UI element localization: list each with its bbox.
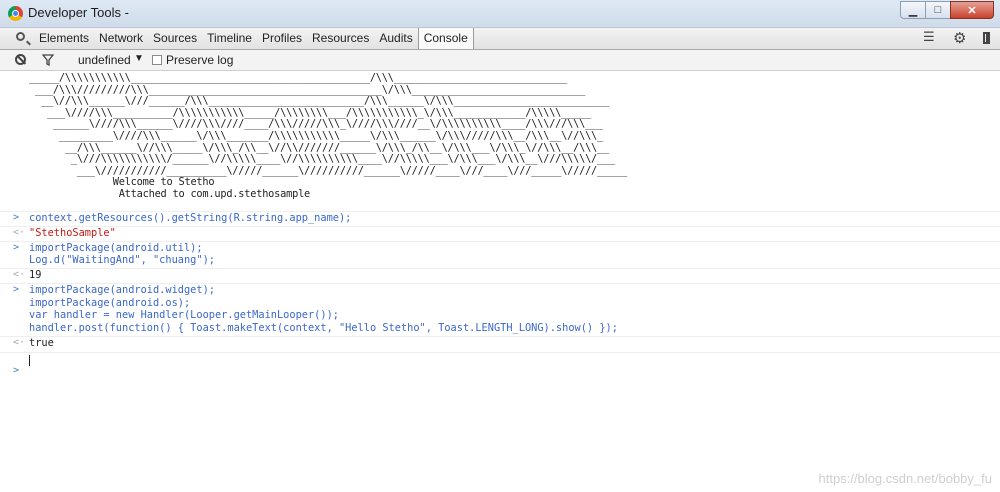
console-result-value: true <box>29 336 54 349</box>
maximize-button[interactable]: □ <box>925 1 951 19</box>
console-code-line: handler.post(function() { Toast.makeText… <box>29 321 618 334</box>
window-titlebar: Developer Tools - ▁ □ ✕ <box>0 0 1000 28</box>
prompt-chevron-icon: > <box>13 241 20 253</box>
close-icon: ✕ <box>967 4 977 17</box>
window-controls: ▁ □ ✕ <box>900 1 994 19</box>
console-input-entry: > context.getResources().getString(R.stri… <box>0 211 1000 225</box>
console-output[interactable]: _____/\\\\\\\\\\\_______________________… <box>0 71 1000 492</box>
gear-icon[interactable]: ⚙ <box>953 30 969 46</box>
console-code-line: var handler = new Handler(Looper.getMain… <box>29 309 339 322</box>
tab-audits[interactable]: Audits <box>374 28 417 49</box>
context-select[interactable]: undefined <box>78 53 131 67</box>
close-button[interactable]: ✕ <box>950 1 994 19</box>
tab-sources[interactable]: Sources <box>148 28 202 49</box>
console-code-line: importPackage(android.os); <box>29 296 191 309</box>
text-cursor <box>29 354 30 366</box>
tab-network[interactable]: Network <box>94 28 148 49</box>
console-result-value: "StethoSample" <box>29 226 116 239</box>
console-code-line: importPackage(android.widget); <box>29 284 215 297</box>
tab-profiles[interactable]: Profiles <box>257 28 307 49</box>
maximize-icon: □ <box>934 4 942 16</box>
chevron-down-icon[interactable]: ▼ <box>134 53 144 64</box>
prompt-chevron-icon: > <box>13 212 20 223</box>
console-prompt-row[interactable]: > <box>0 351 1000 376</box>
show-drawer-icon[interactable]: ☰ <box>923 30 939 46</box>
console-code-line: context.getResources().getString(R.strin… <box>29 212 352 224</box>
stetho-banner: _____/\\\\\\\\\\\_______________________… <box>29 72 627 200</box>
devtools-toolbar: Elements Network Sources Timeline Profiles Re… <box>0 28 1000 50</box>
tab-resources[interactable]: Resources <box>307 28 374 49</box>
console-toolbar: undefined ▼ Preserve log <box>0 50 1000 71</box>
console-input-entry: > importPackage(android.widget); importPac… <box>0 283 1000 334</box>
watermark: https://blog.csdn.net/bobby_fu <box>818 471 992 486</box>
console-code-line: Log.d("WaitingAnd", "chuang"); <box>29 254 215 267</box>
console-result-entry: <· 19 <box>0 268 1000 282</box>
console-result-entry: <· "StethoSample" <box>0 225 1000 240</box>
result-arrow-icon: <· <box>13 269 26 281</box>
tab-timeline[interactable]: Timeline <box>202 28 257 49</box>
tab-elements[interactable]: Elements <box>34 28 94 49</box>
console-code-line: importPackage(android.util); <box>29 241 203 254</box>
chrome-icon <box>8 6 23 21</box>
console-result-entry: <· true <box>0 335 1000 350</box>
result-arrow-icon: <· <box>13 336 26 348</box>
prompt-chevron-icon: > <box>13 365 20 377</box>
panel-tabs: Elements Network Sources Timeline Profiles Re… <box>34 28 474 49</box>
clear-console-icon[interactable] <box>15 54 26 65</box>
minimize-button[interactable]: ▁ <box>900 1 926 19</box>
window-title: Developer Tools - <box>28 5 129 20</box>
toolbar-right: ☰ ⚙ <box>923 30 990 46</box>
filter-icon[interactable] <box>42 54 54 66</box>
preserve-log-label[interactable]: Preserve log <box>166 53 233 67</box>
preserve-log-checkbox[interactable] <box>152 55 162 65</box>
console-result-value: 19 <box>29 269 42 282</box>
result-arrow-icon: <· <box>13 226 26 238</box>
search-icon[interactable] <box>16 32 25 41</box>
console-input-entry: > importPackage(android.util); Log.d("Wait… <box>0 240 1000 267</box>
dock-side-icon[interactable] <box>983 32 990 44</box>
prompt-chevron-icon: > <box>13 284 20 296</box>
tab-console[interactable]: Console <box>417 28 474 49</box>
minimize-icon: ▁ <box>908 4 918 17</box>
